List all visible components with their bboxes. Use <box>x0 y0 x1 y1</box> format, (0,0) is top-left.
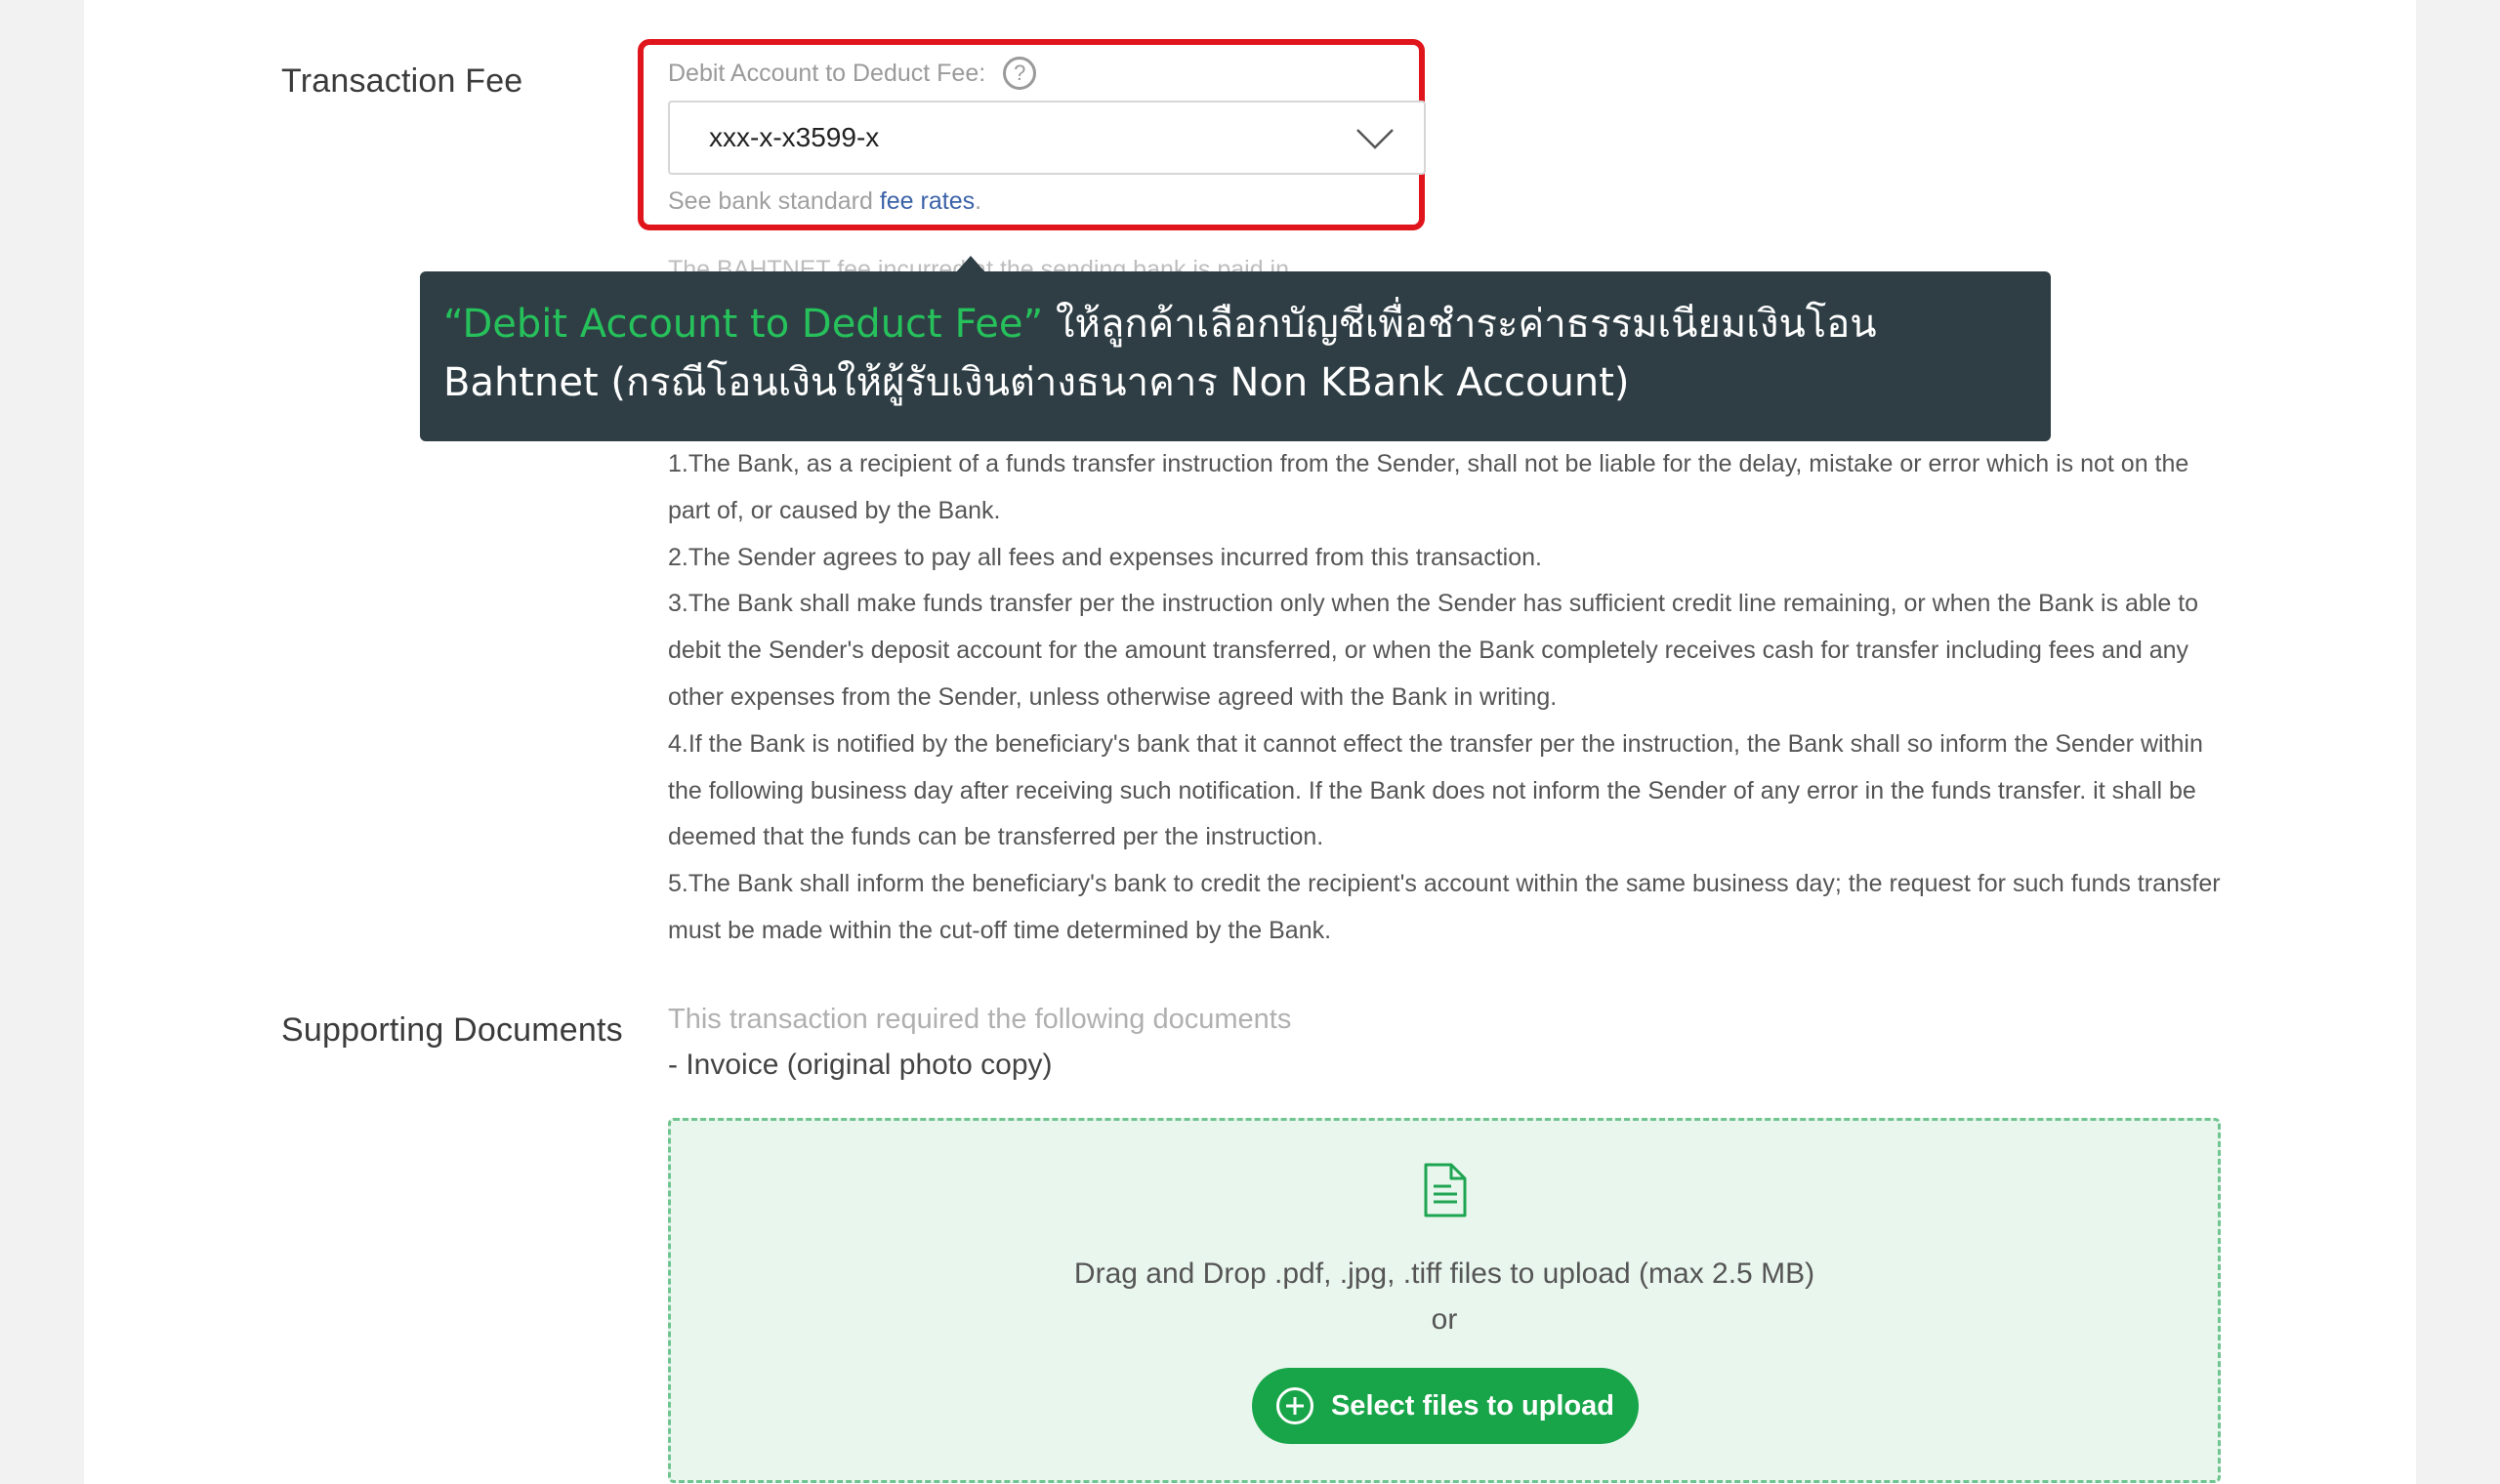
fee-rates-link[interactable]: fee rates <box>880 187 975 215</box>
select-files-button[interactable]: Select files to upload <box>1252 1368 1639 1444</box>
documents-hint: This transaction required the following … <box>668 1004 1292 1035</box>
plus-circle-icon <box>1275 1387 1313 1424</box>
terms-item: 4.If the Bank is notified by the benefic… <box>668 729 2203 851</box>
required-document-item: - Invoice (original photo copy) <box>668 1049 1053 1081</box>
instruction-tooltip: “Debit Account to Deduct Fee” ให้ลูกค้าเ… <box>420 271 2051 441</box>
fee-account-caption-text: Debit Account to Deduct Fee: <box>668 59 986 87</box>
select-files-label: Select files to upload <box>1330 1389 1615 1422</box>
chevron-down-icon[interactable] <box>1355 120 1395 155</box>
terms-item: 2.The Sender agrees to pay all fees and … <box>668 543 1542 571</box>
fee-account-value: xxx-x-x3599-x <box>709 122 880 152</box>
terms-list: 1.The Bank, as a recipient of a funds tr… <box>668 441 2221 955</box>
fee-note: See bank standard fee rates. <box>668 187 981 216</box>
dropzone-instructions: Drag and Drop .pdf, .jpg, .tiff files to… <box>1073 1257 1815 1290</box>
supporting-documents-label: Supporting Documents <box>281 1011 623 1049</box>
terms-item: 5.The Bank shall inform the beneficiary'… <box>668 870 2221 944</box>
terms-item: 1.The Bank, as a recipient of a funds tr… <box>668 450 2189 524</box>
tooltip-highlight: “Debit Account to Deduct Fee” <box>443 302 1044 347</box>
document-icon <box>1424 1163 1467 1217</box>
fee-note-suffix: . <box>975 187 982 215</box>
transaction-fee-label: Transaction Fee <box>281 62 523 100</box>
fee-account-select[interactable]: xxx-x-x3599-x <box>668 101 1426 175</box>
question-circle-icon[interactable]: ? <box>1003 57 1037 90</box>
dropzone-or: or <box>1431 1303 1458 1336</box>
fee-account-caption: Debit Account to Deduct Fee: ? <box>668 57 1037 90</box>
terms-item: 3.The Bank shall make funds transfer per… <box>668 590 2199 711</box>
file-dropzone[interactable]: Drag and Drop .pdf, .jpg, .tiff files to… <box>668 1118 2221 1483</box>
fee-note-prefix: See bank standard <box>668 187 880 215</box>
